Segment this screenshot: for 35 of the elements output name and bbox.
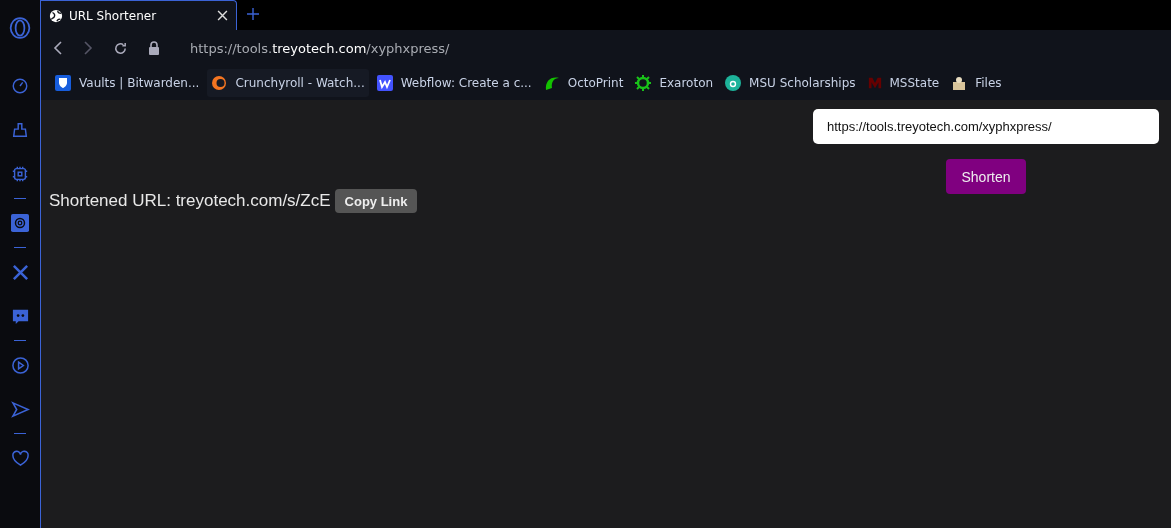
bookmark-item[interactable]: Exaroton xyxy=(631,69,718,97)
shorten-button[interactable]: Shorten xyxy=(946,159,1026,194)
tab-title: URL Shortener xyxy=(69,8,158,23)
lock-icon xyxy=(148,41,160,55)
reload-icon[interactable] xyxy=(113,40,128,56)
url-input[interactable]: https://tools.treyotech.com/xyphxpress/ xyxy=(813,109,1159,144)
send-icon[interactable] xyxy=(10,399,30,419)
letter-m-icon xyxy=(867,76,882,90)
globe-icon xyxy=(49,8,63,23)
letter-w-icon xyxy=(376,75,393,91)
back-icon[interactable] xyxy=(53,41,63,55)
shield-icon xyxy=(55,75,71,91)
copy-link-button[interactable]: Copy Link xyxy=(334,189,418,213)
browser-tab[interactable]: URL Shortener xyxy=(41,0,237,30)
bookmark-item[interactable]: OctoPrint xyxy=(539,69,628,97)
gear-icon xyxy=(635,75,652,91)
x-logo-icon[interactable] xyxy=(10,262,30,282)
play-icon[interactable] xyxy=(10,355,30,375)
new-tab-icon[interactable] xyxy=(247,8,259,20)
opera-logo-icon[interactable] xyxy=(9,17,31,39)
chip-icon[interactable] xyxy=(11,165,29,183)
forward-icon[interactable] xyxy=(83,41,93,55)
speedometer-icon[interactable] xyxy=(11,77,29,95)
broom-icon[interactable] xyxy=(11,121,29,139)
bookmark-item[interactable]: Vaults | Bitwarden... xyxy=(51,69,204,97)
bookmark-item[interactable]: MSU Scholarships xyxy=(721,69,860,97)
address-url[interactable]: https://tools.treyotech.com/xyphxpress/ xyxy=(190,40,450,56)
bookmark-item[interactable]: Files xyxy=(947,69,1006,97)
close-icon[interactable] xyxy=(217,10,228,21)
bookmark-item[interactable]: Crunchyroll - Watch... xyxy=(207,69,369,97)
circle-logo-icon xyxy=(725,75,742,91)
bookmark-item[interactable]: MSState xyxy=(863,69,944,97)
bookmark-item[interactable]: Webflow: Create a c... xyxy=(372,69,536,97)
heart-icon[interactable] xyxy=(10,448,30,468)
shortened-url-text: Shortened URL: treyotech.com/s/ZcE xyxy=(49,191,331,211)
